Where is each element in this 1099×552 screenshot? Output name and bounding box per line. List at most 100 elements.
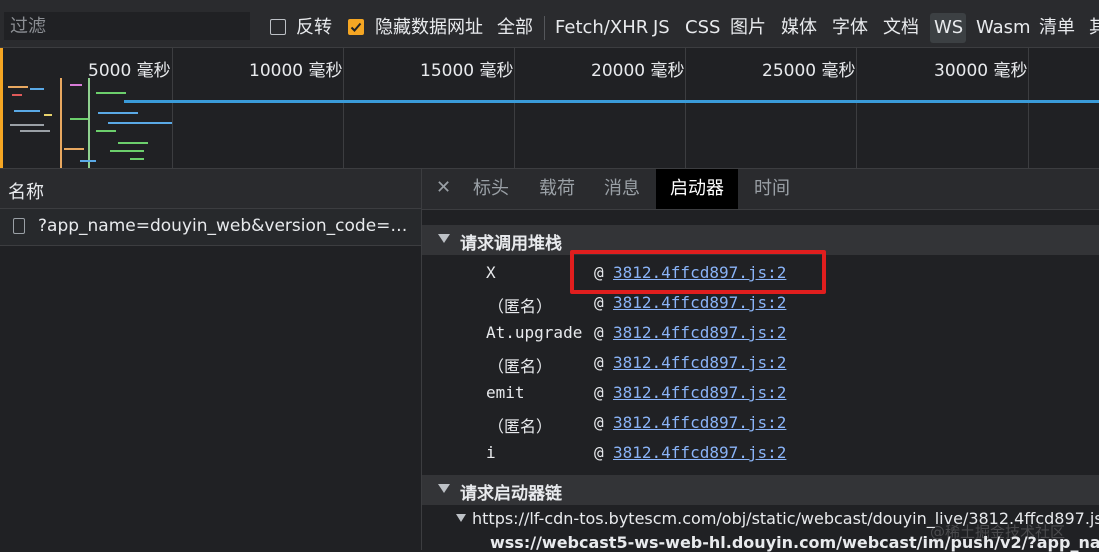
request-row[interactable]: ?app_name=douyin_web&version_code=180... [0,209,421,246]
tab-timing[interactable]: 时间 [754,169,790,209]
close-icon[interactable]: ✕ [436,177,451,198]
expand-arrow-icon [438,234,450,243]
frame-function: （匿名） [488,297,553,316]
waterfall-bar [30,88,44,90]
file-icon [13,218,25,234]
filter-ws[interactable]: WS [934,16,963,40]
frame-function: At.upgrade [486,323,583,342]
waterfall-bar [10,124,44,126]
network-filter-toolbar: 反转 隐藏数据网址 全部 Fetch/XHR JS CSS 图片 媒体 字体 文… [0,0,1099,48]
filter-font[interactable]: 字体 [832,16,868,40]
waterfall-bar [12,94,22,96]
websocket-connection-bar [124,100,1099,103]
frame-function: emit [486,383,525,402]
waterfall-bar [96,130,116,132]
stack-frame: At.upgrade @ 3812.4ffcd897.js:2 [422,319,1099,349]
frame-at: @ [594,353,604,372]
filter-wasm[interactable]: Wasm [976,16,1031,40]
load-marker [88,78,90,168]
initiator-chain-title: 请求启动器链 [460,484,562,504]
network-timeline-overview[interactable]: 5000 毫秒 10000 毫秒 15000 毫秒 20000 毫秒 25000… [0,48,1099,169]
frame-at: @ [594,293,604,312]
tick-gridline [343,48,344,168]
frame-source-link[interactable]: 3812.4ffcd897.js:2 [613,383,786,402]
timeline-tick-label: 10000 毫秒 [249,61,343,81]
frame-source-link[interactable]: 3812.4ffcd897.js:2 [613,443,786,462]
waterfall-bar [96,92,126,94]
timeline-tick-label: 25000 毫秒 [762,61,856,81]
filter-js[interactable]: JS [653,16,670,40]
filter-images[interactable]: 图片 [730,16,766,40]
timeline-tick-label: 15000 毫秒 [420,61,514,81]
frame-source-link[interactable]: 3812.4ffcd897.js:2 [613,323,786,342]
tab-headers[interactable]: 标头 [473,169,509,209]
hide-data-urls-label[interactable]: 隐藏数据网址 [375,16,483,40]
filter-css[interactable]: CSS [685,16,720,40]
frame-at: @ [594,413,604,432]
initiator-chain-section-header[interactable]: 请求启动器链 [422,475,1099,505]
expand-arrow-icon [456,514,466,522]
filter-other[interactable]: 其 [1089,16,1099,40]
tab-messages[interactable]: 消息 [604,169,640,209]
frame-function: i [486,443,496,462]
filter-fetch-xhr[interactable]: Fetch/XHR [555,16,648,40]
dcl-marker [60,78,62,168]
stack-frame: i @ 3812.4ffcd897.js:2 [422,439,1099,469]
frame-function: （匿名） [488,357,553,376]
call-stack-title: 请求调用堆栈 [460,234,562,254]
frame-at: @ [594,323,604,342]
frame-source-link[interactable]: 3812.4ffcd897.js:2 [613,293,786,312]
tick-gridline [514,48,515,168]
waterfall-bar [110,150,144,152]
filter-input[interactable] [4,12,250,40]
waterfall-bar [20,130,50,132]
highlight-annotation-box [570,250,826,294]
stack-frame: （匿名） @ 3812.4ffcd897.js:2 [422,409,1099,439]
tab-payload[interactable]: 载荷 [539,169,575,209]
timeline-range-handle[interactable] [0,48,3,168]
request-detail-pane: ✕ 标头 载荷 消息 启动器 时间 请求调用堆栈 X @ 3812.4ffcd8… [422,169,1099,552]
waterfall-bar [64,148,84,150]
waterfall-bar [118,142,148,144]
name-column-header[interactable]: 名称 [8,178,44,204]
waterfall-bar [8,86,28,88]
invert-label[interactable]: 反转 [296,16,332,40]
frame-at: @ [594,443,604,462]
waterfall-bar [70,84,82,86]
waterfall-bar [44,114,52,116]
request-list-header: 名称 [0,169,421,209]
tick-gridline [172,48,173,168]
tick-gridline [856,48,857,168]
detail-tabbar: ✕ 标头 载荷 消息 启动器 时间 [422,169,1099,210]
waterfall-bar [130,158,144,160]
frame-at: @ [594,383,604,402]
waterfall-bar [80,160,96,162]
waterfall-bar [70,118,88,120]
waterfall-bar [14,110,40,112]
timeline-tick-label: 20000 毫秒 [591,61,685,81]
hide-data-urls-checkbox[interactable] [348,19,364,35]
waterfall-bar [98,112,138,114]
frame-function: （匿名） [488,417,553,436]
request-name[interactable]: ?app_name=douyin_web&version_code=180... [38,216,416,236]
filter-all[interactable]: 全部 [497,16,533,40]
request-list-pane: 名称 ?app_name=douyin_web&version_code=180… [0,169,422,550]
frame-source-link[interactable]: 3812.4ffcd897.js:2 [613,413,786,432]
stack-frame: emit @ 3812.4ffcd897.js:2 [422,379,1099,409]
waterfall-bar [108,122,172,124]
checkmark-icon [350,22,362,32]
timeline-tick-label: 30000 毫秒 [934,61,1028,81]
tick-gridline [685,48,686,168]
watermark: @稀土掘金技术社区 [930,523,1066,541]
invert-checkbox[interactable] [270,19,286,35]
tab-initiator[interactable]: 启动器 [656,169,738,209]
filter-doc[interactable]: 文档 [883,16,919,40]
frame-function: X [486,263,496,282]
stack-frame: （匿名） @ 3812.4ffcd897.js:2 [422,349,1099,379]
filter-media[interactable]: 媒体 [781,16,817,40]
timeline-tick-label: 5000 毫秒 [88,61,171,81]
filter-manifest[interactable]: 清单 [1039,16,1075,40]
tick-gridline [1028,48,1029,168]
expand-arrow-icon [438,484,450,493]
frame-source-link[interactable]: 3812.4ffcd897.js:2 [613,353,786,372]
